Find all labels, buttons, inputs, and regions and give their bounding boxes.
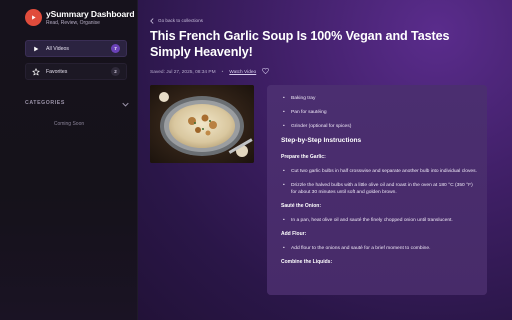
sidebar: ySummary Dashboard Read, Review, Organis… [0,0,138,320]
app-title: ySummary Dashboard [46,9,135,19]
step-title: Sauté the Onion: [281,203,321,209]
back-link-label: Go back to collections [158,17,203,23]
step-item: In a pan, heat olive oil and sauté the f… [281,217,477,224]
scroll-fade [267,283,487,295]
sidebar-item-label: All Videos [46,45,69,52]
sidebar-item-all-videos[interactable]: All Videos 7 [25,40,127,57]
sidebar-item-label: Favorites [46,68,68,75]
step-title: Combine the Liquids: [281,259,333,265]
play-icon [32,45,40,53]
meta-separator: • [221,69,224,75]
watch-video-link[interactable]: Watch Video [229,70,256,75]
categories-title: CATEGORIES [25,100,65,106]
summary-content: Baking tray Pan for sautéing Grinder (op… [267,85,487,295]
categories-header[interactable]: CATEGORIES [25,94,129,112]
step-item: Drizzle the halved bulbs with a little o… [281,182,477,196]
app-subtitle: Read, Review, Organise [46,20,100,26]
step-title: Add Flour: [281,231,307,237]
sidebar-item-favorites[interactable]: Favorites 2 [25,63,127,80]
brand[interactable]: ySummary Dashboard Read, Review, Organis… [25,9,135,27]
play-logo-icon [25,9,42,26]
heart-icon[interactable] [262,67,270,76]
app-window: ySummary Dashboard Read, Review, Organis… [0,0,512,320]
step-item: Cut two garlic bulbs in half crosswise a… [281,168,477,175]
video-thumbnail[interactable] [150,85,254,163]
sidebar-item-count: 7 [111,44,120,53]
main-content: Go back to collections This French Garli… [138,0,512,320]
page-title: This French Garlic Soup Is 100% Vegan an… [150,29,450,59]
equipment-item: Pan for sautéing [281,109,477,116]
step-item: Add flour to the onions and sauté for a … [281,245,477,252]
equipment-item: Baking tray [281,95,477,102]
star-icon [32,67,40,76]
sidebar-item-count: 2 [111,67,120,76]
video-meta: Saved: Jul 27, 2025, 08:34 PM • Watch Vi… [150,67,270,76]
step-title: Prepare the Garlic: [281,154,326,160]
categories-empty-text: Coming Soon [53,121,85,127]
saved-timestamp: Saved: Jul 27, 2025, 08:34 PM [150,69,216,75]
chevron-down-icon[interactable] [122,94,129,112]
chevron-left-icon [150,11,154,29]
steps-heading: Step-by-Step Instructions [281,137,362,144]
back-link[interactable]: Go back to collections [150,11,203,29]
equipment-item: Grinder (optional for spices) [281,123,477,130]
